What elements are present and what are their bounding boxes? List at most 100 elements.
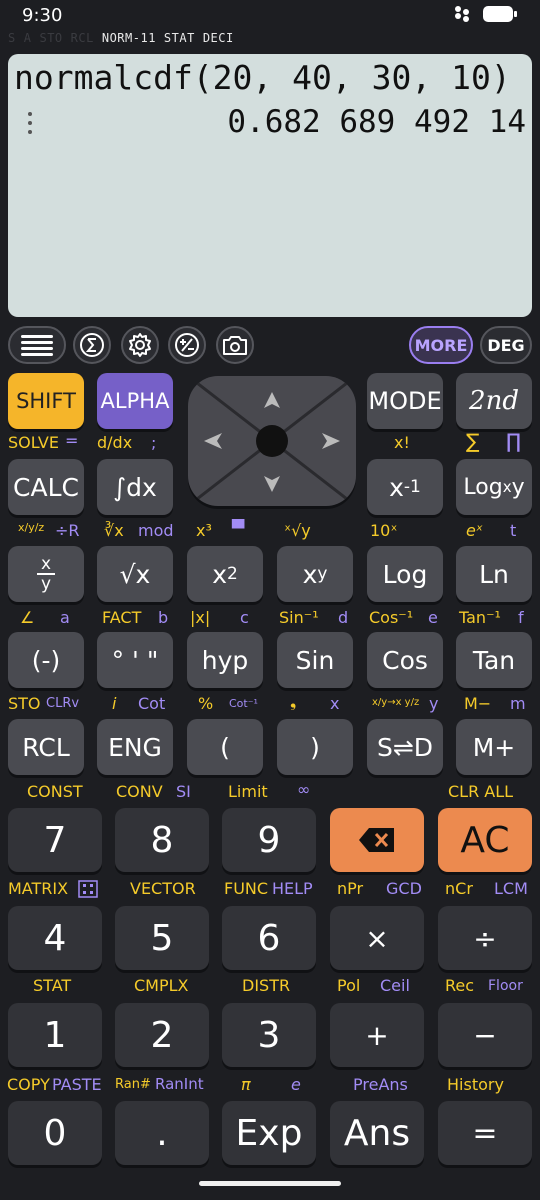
label-npr: nPr bbox=[337, 879, 364, 898]
fraction-top: x bbox=[36, 555, 56, 575]
more-button[interactable]: MORE bbox=[409, 326, 473, 364]
label-rec: Rec bbox=[445, 976, 475, 995]
label-gcd: GCD bbox=[386, 879, 422, 898]
label-e: e bbox=[428, 608, 438, 627]
ln-key[interactable]: Ln bbox=[456, 546, 532, 602]
indicator-a: A bbox=[23, 31, 32, 45]
arrow-left-key[interactable] bbox=[194, 421, 234, 461]
label-x: x bbox=[330, 694, 340, 713]
decimal-key[interactable]: . bbox=[115, 1101, 209, 1165]
line-menu-icon[interactable] bbox=[26, 112, 34, 136]
plus-key[interactable]: + bbox=[330, 1003, 424, 1067]
label-y: y bbox=[429, 694, 439, 713]
s-to-d-key[interactable]: S⇌D bbox=[367, 719, 443, 775]
label-lcm: LCM bbox=[494, 879, 528, 898]
alpha-key[interactable]: ALPHA bbox=[97, 373, 173, 429]
label-matrix: MATRIX bbox=[8, 879, 69, 898]
shift-key[interactable]: SHIFT bbox=[8, 373, 84, 429]
hyp-key[interactable]: hyp bbox=[187, 632, 263, 688]
result-text: 0.682 689 492 14 bbox=[227, 104, 526, 140]
rcl-key[interactable]: RCL bbox=[8, 719, 84, 775]
logxy-sub: x bbox=[502, 478, 512, 496]
home-indicator[interactable] bbox=[199, 1181, 341, 1186]
toggle-sign-button[interactable] bbox=[168, 326, 206, 364]
label-clrv: CLRv bbox=[46, 696, 80, 711]
arrow-up-key[interactable] bbox=[252, 382, 292, 422]
right-paren-key[interactable]: ) bbox=[277, 719, 353, 775]
label-cot: Cot bbox=[138, 694, 166, 713]
calc-key[interactable]: CALC bbox=[8, 459, 84, 515]
label-history: History bbox=[447, 1075, 504, 1094]
screenshot-button[interactable] bbox=[216, 326, 254, 364]
gear-icon bbox=[129, 333, 151, 357]
integral-key[interactable]: ∫dx bbox=[97, 459, 173, 515]
sqrt-key[interactable]: √x bbox=[97, 546, 173, 602]
arrow-up-icon bbox=[264, 392, 280, 408]
left-paren-key[interactable]: ( bbox=[187, 719, 263, 775]
m-plus-key[interactable]: M+ bbox=[456, 719, 532, 775]
indicator-s: S bbox=[8, 31, 16, 45]
ans-key[interactable]: Ans bbox=[330, 1101, 424, 1165]
indicator-sto: STO bbox=[39, 31, 63, 45]
key-7[interactable]: 7 bbox=[8, 808, 102, 872]
label-xfact: x! bbox=[394, 433, 410, 452]
direction-pad[interactable] bbox=[188, 376, 356, 506]
label-si: SI bbox=[176, 782, 191, 801]
key-5[interactable]: 5 bbox=[115, 906, 209, 970]
settings-button[interactable] bbox=[121, 326, 159, 364]
ac-key[interactable]: AC bbox=[438, 808, 532, 872]
key-2[interactable]: 2 bbox=[115, 1003, 209, 1067]
multiply-key[interactable]: × bbox=[330, 906, 424, 970]
dms-key[interactable]: ° ' " bbox=[97, 632, 173, 688]
minus-key[interactable]: − bbox=[438, 1003, 532, 1067]
status-bar: 9:30 bbox=[0, 0, 540, 30]
second-key[interactable]: 2nd bbox=[456, 373, 532, 429]
arrow-down-key[interactable] bbox=[252, 462, 292, 502]
fraction-key[interactable]: x y bbox=[8, 546, 84, 602]
log-key[interactable]: Log bbox=[367, 546, 443, 602]
key-9[interactable]: 9 bbox=[222, 808, 316, 872]
equals-key[interactable]: = bbox=[438, 1101, 532, 1165]
deg-button[interactable]: DEG bbox=[480, 326, 532, 364]
calculator-display[interactable]: normalcdf(20, 40, 30, 10) 0.682 689 492 … bbox=[8, 54, 532, 317]
key-0[interactable]: 0 bbox=[8, 1101, 102, 1165]
arrow-left-icon bbox=[204, 433, 222, 449]
arrow-right-key[interactable] bbox=[310, 421, 350, 461]
label-cmplx: CMPLX bbox=[134, 976, 189, 995]
label-b: b bbox=[158, 608, 169, 627]
label-infinity: ∞ bbox=[297, 780, 311, 799]
backspace-key[interactable] bbox=[330, 808, 424, 872]
eng-key[interactable]: ENG bbox=[97, 719, 173, 775]
label-xroot: ˣ√y bbox=[284, 521, 311, 540]
negative-key[interactable]: (-) bbox=[8, 632, 84, 688]
key-8[interactable]: 8 bbox=[115, 808, 209, 872]
mode-key[interactable]: MODE bbox=[367, 373, 443, 429]
label-copy: COPY bbox=[7, 1075, 50, 1094]
label-percent: % bbox=[198, 694, 214, 713]
network-icon bbox=[455, 6, 469, 22]
label-mod: mod bbox=[138, 521, 174, 540]
key-6[interactable]: 6 bbox=[222, 906, 316, 970]
key-4[interactable]: 4 bbox=[8, 906, 102, 970]
cos-key[interactable]: Cos bbox=[367, 632, 443, 688]
tan-key[interactable]: Tan bbox=[456, 632, 532, 688]
label-clrall: CLR ALL bbox=[448, 782, 514, 801]
label-semicolon: ; bbox=[151, 433, 157, 452]
square-key[interactable]: x2 bbox=[187, 546, 263, 602]
divide-key[interactable]: ÷ bbox=[438, 906, 532, 970]
reciprocal-key[interactable]: x -1 bbox=[367, 459, 443, 515]
label-a: a bbox=[60, 608, 70, 627]
sin-key[interactable]: Sin bbox=[277, 632, 353, 688]
power-key[interactable]: xy bbox=[277, 546, 353, 602]
sum-button[interactable] bbox=[73, 326, 111, 364]
fraction-bottom: y bbox=[40, 574, 52, 594]
menu-button[interactable] bbox=[8, 326, 66, 364]
arrow-right-icon bbox=[322, 433, 340, 449]
key-3[interactable]: 3 bbox=[222, 1003, 316, 1067]
power-sup: y bbox=[317, 564, 328, 584]
key-1[interactable]: 1 bbox=[8, 1003, 102, 1067]
label-sto: STO bbox=[8, 694, 41, 713]
label-func: FUNC bbox=[224, 879, 269, 898]
logxy-key[interactable]: Log x y bbox=[456, 459, 532, 515]
exp-key[interactable]: Exp bbox=[222, 1101, 316, 1165]
